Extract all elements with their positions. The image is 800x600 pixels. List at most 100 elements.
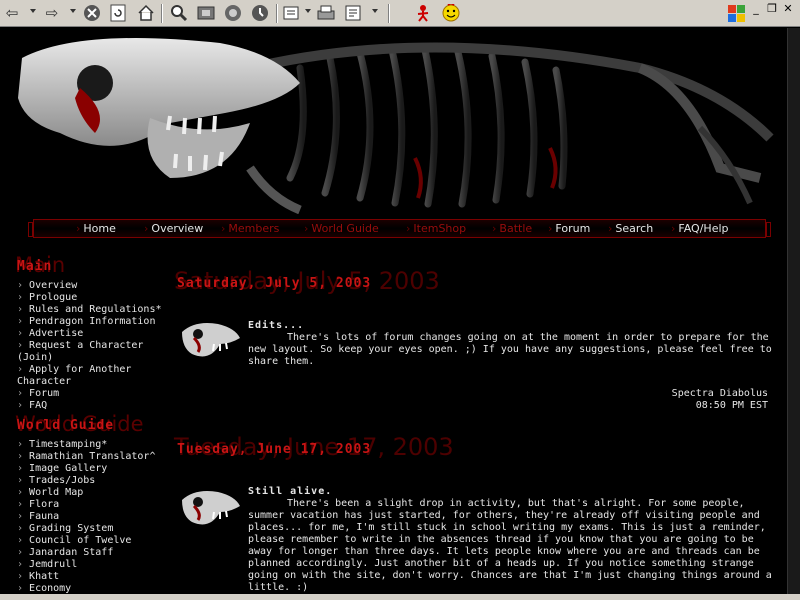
nav-battle-label: Battle [499,222,533,235]
minimize-icon[interactable]: _ [748,2,764,16]
sidebar-item-janardan[interactable]: › Janardan Staff [17,547,182,559]
sidebar-item-pendragon[interactable]: › Pendragon Information [17,316,182,328]
restore-icon[interactable]: ❐ [764,2,780,16]
sidebar-link[interactable]: Apply for Another Character [17,364,131,387]
nav-members[interactable]: › Members [221,222,279,235]
sidebar-item-fauna[interactable]: › Fauna [17,511,182,523]
post-time: 08:50 PM EST [695,400,768,411]
skull-post-icon [182,491,240,525]
edit-dropdown-icon[interactable] [372,9,378,13]
nav-home[interactable]: › Home [76,222,116,235]
vertical-scrollbar[interactable] [787,28,800,594]
toolbar-separator [161,4,163,23]
nav-home-label: Home [83,222,116,235]
mail-icon[interactable] [282,3,302,23]
refresh-icon[interactable] [108,3,128,23]
sidebar-world-heading: World Guide [17,418,115,433]
sidebar-link[interactable]: Rules and Regulations* [29,304,161,315]
favorites-icon[interactable] [196,3,216,23]
sidebar-item-khatt[interactable]: › Khatt [17,571,182,583]
nav-world-guide-label: World Guide [311,222,379,235]
sidebar-item-grading[interactable]: › Grading System [17,523,182,535]
nav-forum-label: Forum [555,222,591,235]
nav-search[interactable]: › Search [608,222,653,235]
sidebar-link[interactable]: Khatt [29,571,59,582]
messenger-icon[interactable] [413,3,433,23]
sidebar-link[interactable]: Forum [29,388,59,399]
home-icon[interactable] [136,3,156,23]
sidebar-item-timestamping[interactable]: › Timestamping* [17,439,182,451]
nav-members-label: Members [228,222,280,235]
sidebar-link[interactable]: Fauna [29,511,59,522]
sidebar-item-request-character[interactable]: › Request a Character (Join) [17,340,182,364]
back-icon[interactable]: ⇦ [2,3,22,23]
sidebar-link[interactable]: Pendragon Information [29,316,155,327]
media-icon[interactable] [223,3,243,23]
sidebar-main-list: › Overview › Prologue › Rules and Regula… [17,280,182,412]
sidebar-link[interactable]: Trades/Jobs [29,475,95,486]
back-dropdown-icon[interactable] [30,9,36,13]
sidebar-link[interactable]: Prologue [29,292,77,303]
sidebar-link[interactable]: Overview [29,280,77,291]
nav-faq-help-label: FAQ/Help [678,222,729,235]
nav-itemshop[interactable]: › ItemShop [406,222,466,235]
sidebar-link[interactable]: Flora [29,499,59,510]
sidebar-item-rules[interactable]: › Rules and Regulations* [17,304,182,316]
post-date: Tuesday, June 17, 2003 [177,442,372,457]
sidebar-item-forum[interactable]: › Forum [17,388,182,400]
forward-dropdown-icon[interactable] [70,9,76,13]
post-date: Saturday, July 5, 2003 [177,276,372,291]
post-body: There's lots of forum changes going on a… [248,332,772,367]
post-title: Edits... [248,320,305,331]
sidebar-item-council[interactable]: › Council of Twelve [17,535,182,547]
sidebar-item-prologue[interactable]: › Prologue [17,292,182,304]
edit-icon[interactable] [344,3,364,23]
browser-toolbar: ⇦ ⇨ _ ❐ ✕ [0,0,800,27]
sidebar-item-jemdrull[interactable]: › Jemdrull [17,559,182,571]
sidebar-item-advertise[interactable]: › Advertise [17,328,182,340]
sidebar-link[interactable]: Ramathian Translator^ [29,451,155,462]
sidebar-item-flora[interactable]: › Flora [17,499,182,511]
sidebar-main-heading: Main [17,259,53,274]
nav-forum[interactable]: › Forum [548,222,590,235]
sidebar-item-apply-another[interactable]: › Apply for Another Character [17,364,182,388]
nav-overview[interactable]: › Overview [144,222,203,235]
post-author: Spectra Diabolus [671,388,768,399]
sidebar-link[interactable]: Advertise [29,328,83,339]
history-icon[interactable] [250,3,270,23]
sidebar-world-list: › Timestamping* › Ramathian Translator^ … [17,439,182,595]
sidebar-link[interactable]: Council of Twelve [29,535,131,546]
post-body: There's been a slight drop in activity, … [248,498,772,593]
nav-world-guide[interactable]: › World Guide [304,222,379,235]
forward-icon[interactable]: ⇨ [42,3,62,23]
sidebar-link[interactable]: FAQ [29,400,47,411]
sidebar-link[interactable]: Janardan Staff [29,547,113,558]
smiley-icon[interactable] [441,3,461,23]
nav-faq-help[interactable]: › FAQ/Help [671,222,729,235]
sidebar-link[interactable]: Grading System [29,523,113,534]
print-icon[interactable] [316,3,336,23]
post-signature: Spectra Diabolus 08:50 PM EST [672,388,768,412]
skull-post-icon [182,323,240,357]
close-icon[interactable]: ✕ [780,2,796,16]
sidebar-item-overview[interactable]: › Overview [17,280,182,292]
mail-dropdown-icon[interactable] [305,9,311,13]
sidebar-link[interactable]: World Map [29,487,83,498]
sidebar-link[interactable]: Image Gallery [29,463,107,474]
sidebar-item-trades[interactable]: › Trades/Jobs [17,475,182,487]
nav-overview-label: Overview [151,222,204,235]
horizontal-scrollbar[interactable] [0,594,800,600]
sidebar-link[interactable]: Timestamping* [29,439,107,450]
search-icon[interactable] [169,3,189,23]
sidebar-link[interactable]: Request a Character (Join) [17,340,143,363]
stop-icon[interactable] [82,3,102,23]
sidebar-link[interactable]: Jemdrull [29,559,77,570]
nav-battle[interactable]: › Battle [492,222,532,235]
post-title: Still alive. [248,486,333,497]
sidebar-item-world-map[interactable]: › World Map [17,487,182,499]
sidebar-item-gallery[interactable]: › Image Gallery [17,463,182,475]
site-banner [0,28,788,214]
sidebar-link[interactable]: Economy [29,583,71,594]
sidebar-item-translator[interactable]: › Ramathian Translator^ [17,451,182,463]
sidebar-item-faq[interactable]: › FAQ [17,400,182,412]
